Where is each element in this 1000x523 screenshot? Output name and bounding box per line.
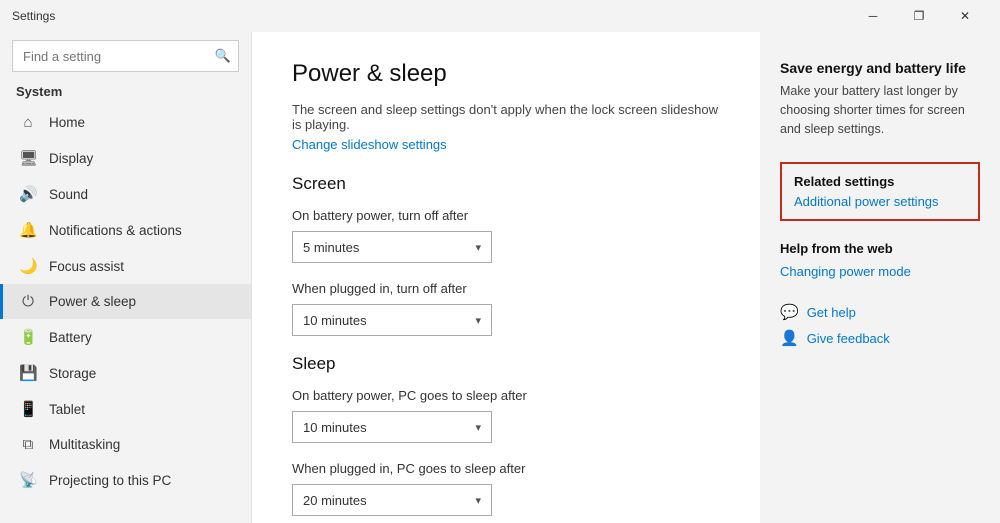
chevron-down-icon: ▾ [475,241,481,254]
screen-battery-dropdown-group: On battery power, turn off after 5 minut… [292,208,720,263]
sidebar-section-label: System [0,80,251,105]
help-section: Help from the web Changing power mode [780,241,980,279]
sidebar-item-label: Notifications & actions [49,223,182,238]
projecting-icon: 📡 [19,471,37,489]
app-title: Settings [12,9,55,23]
notifications-icon: 🔔 [19,221,37,239]
restore-button[interactable]: ❐ [896,0,942,32]
search-icon: 🔍 [215,48,231,64]
give-feedback-icon: 👤 [780,329,799,347]
sleep-section-title: Sleep [292,354,720,374]
save-energy-section: Save energy and battery life Make your b… [780,60,980,138]
battery-icon: 🔋 [19,328,37,346]
get-help-label: Get help [807,305,856,320]
screen-plugged-dropdown-group: When plugged in, turn off after 10 minut… [292,281,720,336]
search-container: 🔍 [12,40,239,72]
chevron-down-icon: ▾ [475,494,481,507]
save-energy-text: Make your battery last longer by choosin… [780,82,980,138]
focus-icon: 🌙 [19,257,37,275]
screen-plugged-value: 10 minutes [303,313,367,328]
power-icon: ⏻ [19,293,37,310]
sleep-battery-dropdown[interactable]: 10 minutes ▾ [292,411,492,443]
search-input[interactable] [12,40,239,72]
sleep-battery-value: 10 minutes [303,420,367,435]
change-slideshow-link[interactable]: Change slideshow settings [292,137,447,152]
changing-power-mode-link[interactable]: Changing power mode [780,264,980,279]
give-feedback-link[interactable]: 👤 Give feedback [780,329,980,347]
screen-section-title: Screen [292,174,720,194]
tablet-icon: 📱 [19,400,37,418]
sidebar-item-projecting[interactable]: 📡 Projecting to this PC [0,462,251,498]
chevron-down-icon: ▾ [475,314,481,327]
display-icon: 🖥 [19,149,37,167]
app-body: 🔍 System ⌂ Home 🖥 Display 🔊 Sound 🔔 Noti… [0,32,1000,523]
sidebar-item-sound[interactable]: 🔊 Sound [0,176,251,212]
sleep-plugged-value: 20 minutes [303,493,367,508]
sidebar-item-label: Focus assist [49,259,124,274]
changing-power-mode-label: Changing power mode [780,264,911,279]
sidebar-item-label: Home [49,115,85,130]
save-energy-title: Save energy and battery life [780,60,980,76]
get-help-icon: 💬 [780,303,799,321]
sleep-battery-dropdown-group: On battery power, PC goes to sleep after… [292,388,720,443]
sidebar-item-label: Sound [49,187,88,202]
sidebar-item-notifications[interactable]: 🔔 Notifications & actions [0,212,251,248]
related-settings-title: Related settings [794,174,966,189]
sidebar-item-label: Display [49,151,93,166]
sidebar-item-label: Multitasking [49,437,120,452]
get-help-link[interactable]: 💬 Get help [780,303,980,321]
main-content: Power & sleep The screen and sleep setti… [252,32,760,523]
give-feedback-label: Give feedback [807,331,890,346]
related-settings-box: Related settings Additional power settin… [780,162,980,221]
sleep-plugged-dropdown[interactable]: 20 minutes ▾ [292,484,492,516]
sidebar-item-multitasking[interactable]: ⧉ Multitasking [0,427,251,462]
sidebar-item-home[interactable]: ⌂ Home [0,105,251,140]
right-panel: Save energy and battery life Make your b… [760,32,1000,523]
slideshow-description: The screen and sleep settings don't appl… [292,102,720,132]
sidebar: 🔍 System ⌂ Home 🖥 Display 🔊 Sound 🔔 Noti… [0,32,252,523]
sidebar-item-storage[interactable]: 💾 Storage [0,355,251,391]
sidebar-item-focus-assist[interactable]: 🌙 Focus assist [0,248,251,284]
storage-icon: 💾 [19,364,37,382]
sound-icon: 🔊 [19,185,37,203]
sidebar-item-label: Storage [49,366,96,381]
multitasking-icon: ⧉ [19,436,37,453]
sidebar-item-battery[interactable]: 🔋 Battery [0,319,251,355]
sidebar-item-power-sleep[interactable]: ⏻ Power & sleep [0,284,251,319]
sleep-battery-label: On battery power, PC goes to sleep after [292,388,720,403]
screen-battery-value: 5 minutes [303,240,359,255]
page-title: Power & sleep [292,60,720,88]
sidebar-item-tablet[interactable]: 📱 Tablet [0,391,251,427]
sleep-section: Sleep On battery power, PC goes to sleep… [292,354,720,516]
help-links-section: 💬 Get help 👤 Give feedback [780,303,980,347]
screen-battery-dropdown[interactable]: 5 minutes ▾ [292,231,492,263]
home-icon: ⌂ [19,114,37,131]
screen-battery-label: On battery power, turn off after [292,208,720,223]
window-controls: ─ ❐ ✕ [850,0,988,32]
sidebar-item-label: Projecting to this PC [49,473,171,488]
additional-power-settings-link[interactable]: Additional power settings [794,194,939,209]
minimize-button[interactable]: ─ [850,0,896,32]
sleep-plugged-label: When plugged in, PC goes to sleep after [292,461,720,476]
title-bar: Settings ─ ❐ ✕ [0,0,1000,32]
sidebar-item-label: Tablet [49,402,85,417]
sidebar-item-display[interactable]: 🖥 Display [0,140,251,176]
screen-plugged-label: When plugged in, turn off after [292,281,720,296]
help-section-title: Help from the web [780,241,980,256]
chevron-down-icon: ▾ [475,421,481,434]
sleep-plugged-dropdown-group: When plugged in, PC goes to sleep after … [292,461,720,516]
sidebar-item-label: Power & sleep [49,294,136,309]
close-button[interactable]: ✕ [942,0,988,32]
screen-section: Screen On battery power, turn off after … [292,174,720,336]
sidebar-item-label: Battery [49,330,92,345]
screen-plugged-dropdown[interactable]: 10 minutes ▾ [292,304,492,336]
